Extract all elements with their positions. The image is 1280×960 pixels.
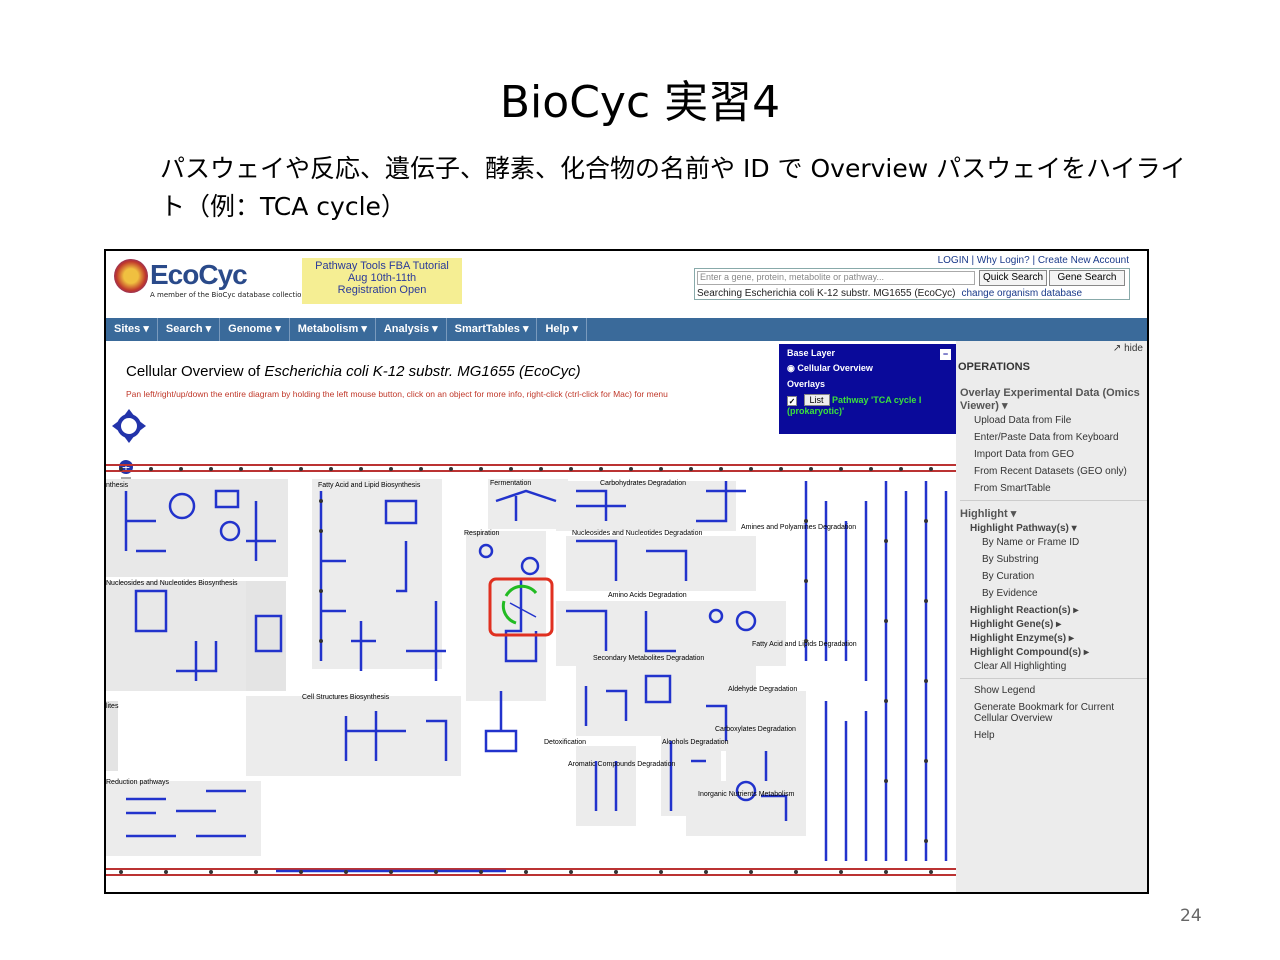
slide: BioCyc 実習4 パスウェイや反応、遺伝子、酵素、化合物の名前や ID で … bbox=[0, 0, 1280, 960]
map-label-fermentation: Fermentation bbox=[490, 480, 531, 487]
operations-panel: ↗ hide OPERATIONS Overlay Experimental D… bbox=[956, 341, 1147, 892]
map-label-detox: Detoxification bbox=[544, 739, 586, 746]
promo-line-3: Registration Open bbox=[337, 284, 427, 296]
gene-search-button[interactable]: Gene Search bbox=[1049, 270, 1125, 286]
highlight-pathways[interactable]: Highlight Pathway(s) ▾ bbox=[960, 523, 1147, 534]
ecocyc-logo[interactable]: EcoCyc A member of the BioCyc database c… bbox=[114, 259, 306, 303]
highlight-enzymes[interactable]: Highlight Enzyme(s) ▸ bbox=[960, 633, 1147, 644]
generate-bookmark[interactable]: Generate Bookmark for Current Cellular O… bbox=[960, 702, 1147, 724]
overview-title-prefix: Cellular Overview of bbox=[126, 363, 265, 380]
page-number: 24 bbox=[1180, 906, 1202, 926]
overlay-data-header[interactable]: Overlay Experimental Data (Omics Viewer)… bbox=[960, 387, 1147, 412]
divider bbox=[960, 678, 1147, 679]
overlays-label: Overlays bbox=[787, 379, 826, 389]
ecocyc-screenshot: EcoCyc A member of the BioCyc database c… bbox=[104, 249, 1149, 894]
by-curation-item[interactable]: By Curation bbox=[960, 571, 1147, 582]
search-input[interactable]: Enter a gene, protein, metabolite or pat… bbox=[697, 271, 975, 285]
map-label-alcohols: Alcohols Degradation bbox=[662, 739, 729, 746]
highlight-compounds[interactable]: Highlight Compound(s) ▸ bbox=[960, 647, 1147, 658]
slide-title: BioCyc 実習4 bbox=[499, 77, 781, 128]
map-label-amines: Amines and Polyamines Degradation bbox=[741, 524, 856, 531]
metabolic-map[interactable]: nthesis Fatty Acid and Lipid Biosynthesi… bbox=[106, 461, 956, 892]
nav-smarttables[interactable]: SmartTables ▾ bbox=[447, 318, 538, 341]
slide-body-text: パスウェイや反応、遺伝子、酵素、化合物の名前や ID で Overview パス… bbox=[160, 154, 1186, 221]
map-label-secondary: Secondary Metabolites Degradation bbox=[593, 655, 704, 662]
map-label-fatty-acid: Fatty Acid and Lipid Biosynthesis bbox=[318, 482, 421, 489]
upload-data-item[interactable]: Upload Data from File bbox=[960, 415, 1147, 426]
paste-data-item[interactable]: Enter/Paste Data from Keyboard bbox=[960, 432, 1147, 443]
collapse-icon[interactable]: − bbox=[940, 349, 951, 360]
quick-search-button[interactable]: Quick Search bbox=[979, 270, 1047, 286]
highlight-genes[interactable]: Highlight Gene(s) ▸ bbox=[960, 619, 1147, 630]
logo-subtitle: A member of the BioCyc database collecti… bbox=[150, 291, 306, 299]
nav-genome[interactable]: Genome ▾ bbox=[220, 318, 290, 341]
map-label-respiration: Respiration bbox=[464, 530, 500, 537]
map-label-cell-structures: Cell Structures Biosynthesis bbox=[302, 694, 390, 701]
recent-datasets-item[interactable]: From Recent Datasets (GEO only) bbox=[960, 466, 1147, 477]
highlight-reactions[interactable]: Highlight Reaction(s) ▸ bbox=[960, 605, 1147, 616]
ecocyc-sun-icon bbox=[114, 259, 148, 293]
nav-search[interactable]: Search ▾ bbox=[158, 318, 221, 341]
hide-link[interactable]: ↗ hide bbox=[1113, 343, 1143, 354]
clear-highlighting[interactable]: Clear All Highlighting bbox=[960, 661, 1147, 672]
map-label-carbohydrates: Carbohydrates Degradation bbox=[600, 480, 686, 487]
base-layer-option[interactable]: ◉ Cellular Overview bbox=[787, 363, 949, 374]
show-legend[interactable]: Show Legend bbox=[960, 685, 1147, 696]
base-layer-panel: − Base Layer ◉ Cellular Overview Overlay… bbox=[779, 344, 957, 434]
overview-hint: Pan left/right/up/down the entire diagra… bbox=[126, 389, 668, 399]
account-links[interactable]: LOGIN | Why Login? | Create New Account bbox=[938, 255, 1129, 266]
map-label-reduction: Reduction pathways bbox=[106, 779, 170, 786]
operations-list: Overlay Experimental Data (Omics Viewer)… bbox=[960, 381, 1147, 747]
nav-sites[interactable]: Sites ▾ bbox=[106, 318, 158, 341]
nav-analysis[interactable]: Analysis ▾ bbox=[376, 318, 447, 341]
import-geo-item[interactable]: Import Data from GEO bbox=[960, 449, 1147, 460]
nav-metabolism[interactable]: Metabolism ▾ bbox=[290, 318, 376, 341]
map-label-fatty-acid-deg: Fatty Acid and Lipids Degradation bbox=[752, 641, 857, 648]
by-name-item[interactable]: By Name or Frame ID bbox=[960, 537, 1147, 548]
promo-line-1: Pathway Tools FBA Tutorial bbox=[315, 260, 449, 272]
promo-banner[interactable]: Pathway Tools FBA Tutorial Aug 10th-11th… bbox=[302, 258, 462, 304]
map-label-nucleosides-bio: Nucleosides and Nucleotides Biosynthesis bbox=[106, 580, 238, 587]
pan-control-icon[interactable] bbox=[112, 409, 146, 443]
change-organism-link[interactable]: change organism database bbox=[961, 288, 1082, 299]
search-box: Enter a gene, protein, metabolite or pat… bbox=[694, 268, 1130, 300]
overview-title-organism: Escherichia coli K-12 substr. MG1655 (Ec… bbox=[264, 363, 581, 380]
map-label-aldehyde: Aldehyde Degradation bbox=[728, 686, 797, 693]
searching-org: Searching Escherichia coli K-12 substr. … bbox=[697, 288, 956, 299]
base-layer-title: Base Layer bbox=[787, 348, 836, 358]
map-label-nucleosides-deg: Nucleosides and Nucleotides Degradation bbox=[572, 530, 702, 537]
help-link[interactable]: Help bbox=[960, 730, 1147, 741]
logo-text: EcoCyc bbox=[150, 259, 248, 290]
site-header: EcoCyc A member of the BioCyc database c… bbox=[106, 251, 1147, 317]
from-smarttable-item[interactable]: From SmartTable bbox=[960, 483, 1147, 494]
map-label-carboxylates: Carboxylates Degradation bbox=[715, 726, 796, 733]
highlight-header[interactable]: Highlight ▾ bbox=[960, 507, 1147, 520]
list-button[interactable]: List bbox=[803, 394, 830, 406]
overview-title: Cellular Overview of Escherichia coli K-… bbox=[126, 363, 581, 380]
map-label-lites: lites bbox=[106, 703, 119, 710]
map-label-aromatic: Aromatic Compounds Degradation bbox=[568, 761, 675, 768]
searching-text: Searching Escherichia coli K-12 substr. … bbox=[697, 288, 1082, 299]
promo-line-2: Aug 10th-11th bbox=[347, 272, 417, 284]
main-nav: Sites ▾ Search ▾ Genome ▾ Metabolism ▾ A… bbox=[106, 318, 1147, 341]
overlay-checkbox[interactable]: ✓ bbox=[787, 395, 797, 406]
map-label-amino-acids: Amino Acids Degradation bbox=[608, 592, 687, 599]
nav-help[interactable]: Help ▾ bbox=[537, 318, 587, 341]
overlay-row: ✓ List Pathway 'TCA cycle I (prokaryotic… bbox=[787, 394, 949, 416]
operations-title: OPERATIONS bbox=[958, 361, 1030, 373]
divider bbox=[960, 500, 1147, 501]
map-label-inorganic: Inorganic Nutrients Metabolism bbox=[698, 791, 795, 798]
cellular-overview-option: Cellular Overview bbox=[797, 363, 873, 373]
by-evidence-item[interactable]: By Evidence bbox=[960, 588, 1147, 599]
by-substring-item[interactable]: By Substring bbox=[960, 554, 1147, 565]
map-label-synthesis: nthesis bbox=[106, 482, 129, 489]
